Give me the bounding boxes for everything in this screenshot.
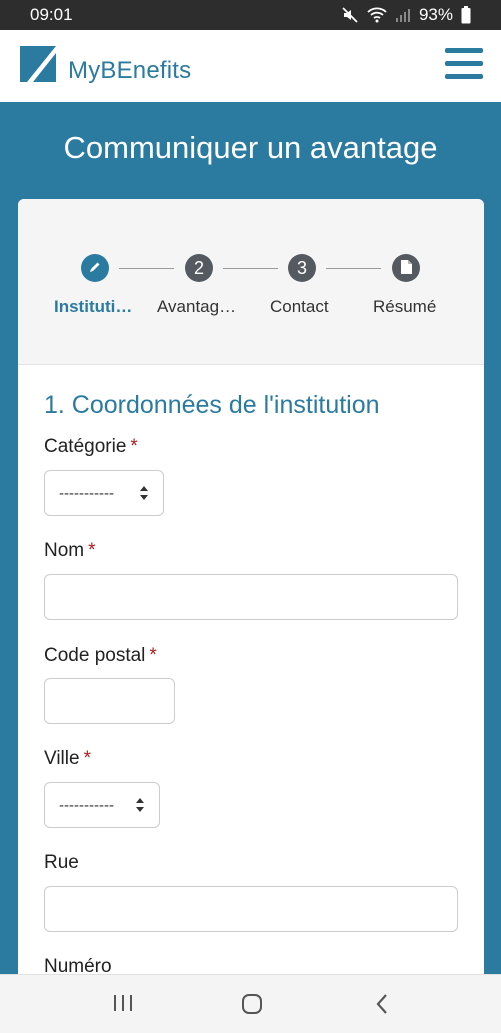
- menu-bar-icon: [445, 74, 483, 79]
- step-connector: [223, 268, 278, 269]
- ville-label: Ville *: [44, 748, 91, 770]
- categorie-label: Catégorie *: [44, 436, 138, 458]
- required-marker: *: [130, 436, 138, 457]
- step-2-label[interactable]: Avantag…: [157, 297, 236, 317]
- pencil-icon: [88, 258, 102, 279]
- wifi-icon: [367, 7, 387, 23]
- page-title: Communiquer un avantage: [63, 130, 438, 165]
- step-1-marker[interactable]: [81, 254, 109, 282]
- code-postal-label: Code postal *: [44, 645, 157, 667]
- rue-input[interactable]: [44, 886, 458, 932]
- brand-logo[interactable]: MyBEnefits: [20, 46, 191, 87]
- select-arrows-icon: [139, 485, 149, 505]
- signal-icon: [395, 7, 411, 23]
- categorie-select[interactable]: -----------: [44, 470, 164, 516]
- step-connector: [326, 268, 381, 269]
- home-icon[interactable]: [241, 993, 263, 1020]
- required-marker: *: [83, 748, 91, 769]
- status-time: 09:01: [30, 5, 73, 24]
- categorie-select-value: -----------: [59, 484, 114, 502]
- categorie-label-text: Catégorie: [44, 436, 127, 457]
- status-bar: 09:01 93%: [0, 0, 501, 30]
- nom-label: Nom *: [44, 540, 96, 562]
- step-2-marker[interactable]: 2: [185, 254, 213, 282]
- document-icon: [400, 258, 412, 279]
- menu-bar-icon: [445, 48, 483, 53]
- battery-icon: [461, 6, 471, 24]
- back-icon[interactable]: [374, 993, 390, 1020]
- status-icons: 93%: [341, 5, 471, 25]
- mute-icon: [341, 6, 359, 24]
- step-4-label[interactable]: Résumé: [373, 297, 436, 317]
- hamburger-menu-button[interactable]: [445, 48, 483, 84]
- nom-label-text: Nom: [44, 540, 85, 561]
- select-arrows-icon: [135, 797, 145, 817]
- recent-apps-icon[interactable]: [112, 993, 134, 1018]
- step-3-label[interactable]: Contact: [270, 297, 329, 317]
- form-area: 1. Coordonnées de l'institution: [18, 391, 484, 420]
- app-header: MyBEnefits: [0, 30, 501, 102]
- rue-label: Rue: [44, 852, 79, 874]
- section-title: 1. Coordonnées de l'institution: [44, 391, 380, 419]
- step-3-marker[interactable]: 3: [288, 254, 316, 282]
- rue-label-text: Rue: [44, 852, 79, 873]
- required-marker: *: [149, 645, 157, 666]
- menu-bar-icon: [445, 61, 483, 66]
- brand-name: MyBEnefits: [68, 56, 192, 84]
- step-1-label[interactable]: Instituti…: [54, 297, 132, 317]
- code-postal-input[interactable]: [44, 678, 175, 724]
- ville-label-text: Ville: [44, 748, 80, 769]
- system-nav-bar: [0, 974, 501, 1033]
- required-marker: *: [88, 540, 96, 561]
- code-postal-label-text: Code postal: [44, 645, 146, 666]
- step-connector: [119, 268, 174, 269]
- step-4-marker[interactable]: [392, 254, 420, 282]
- ville-select[interactable]: -----------: [44, 782, 160, 828]
- logo-mark-icon: [20, 46, 56, 87]
- stepper: 2 3 Instituti… Avantag… Contact Résumé: [18, 199, 484, 365]
- form-card: 2 3 Instituti… Avantag… Contact Résumé 1…: [18, 199, 484, 1033]
- nom-input[interactable]: [44, 574, 458, 620]
- battery-percent: 93%: [418, 5, 453, 24]
- ville-select-value: -----------: [59, 796, 114, 814]
